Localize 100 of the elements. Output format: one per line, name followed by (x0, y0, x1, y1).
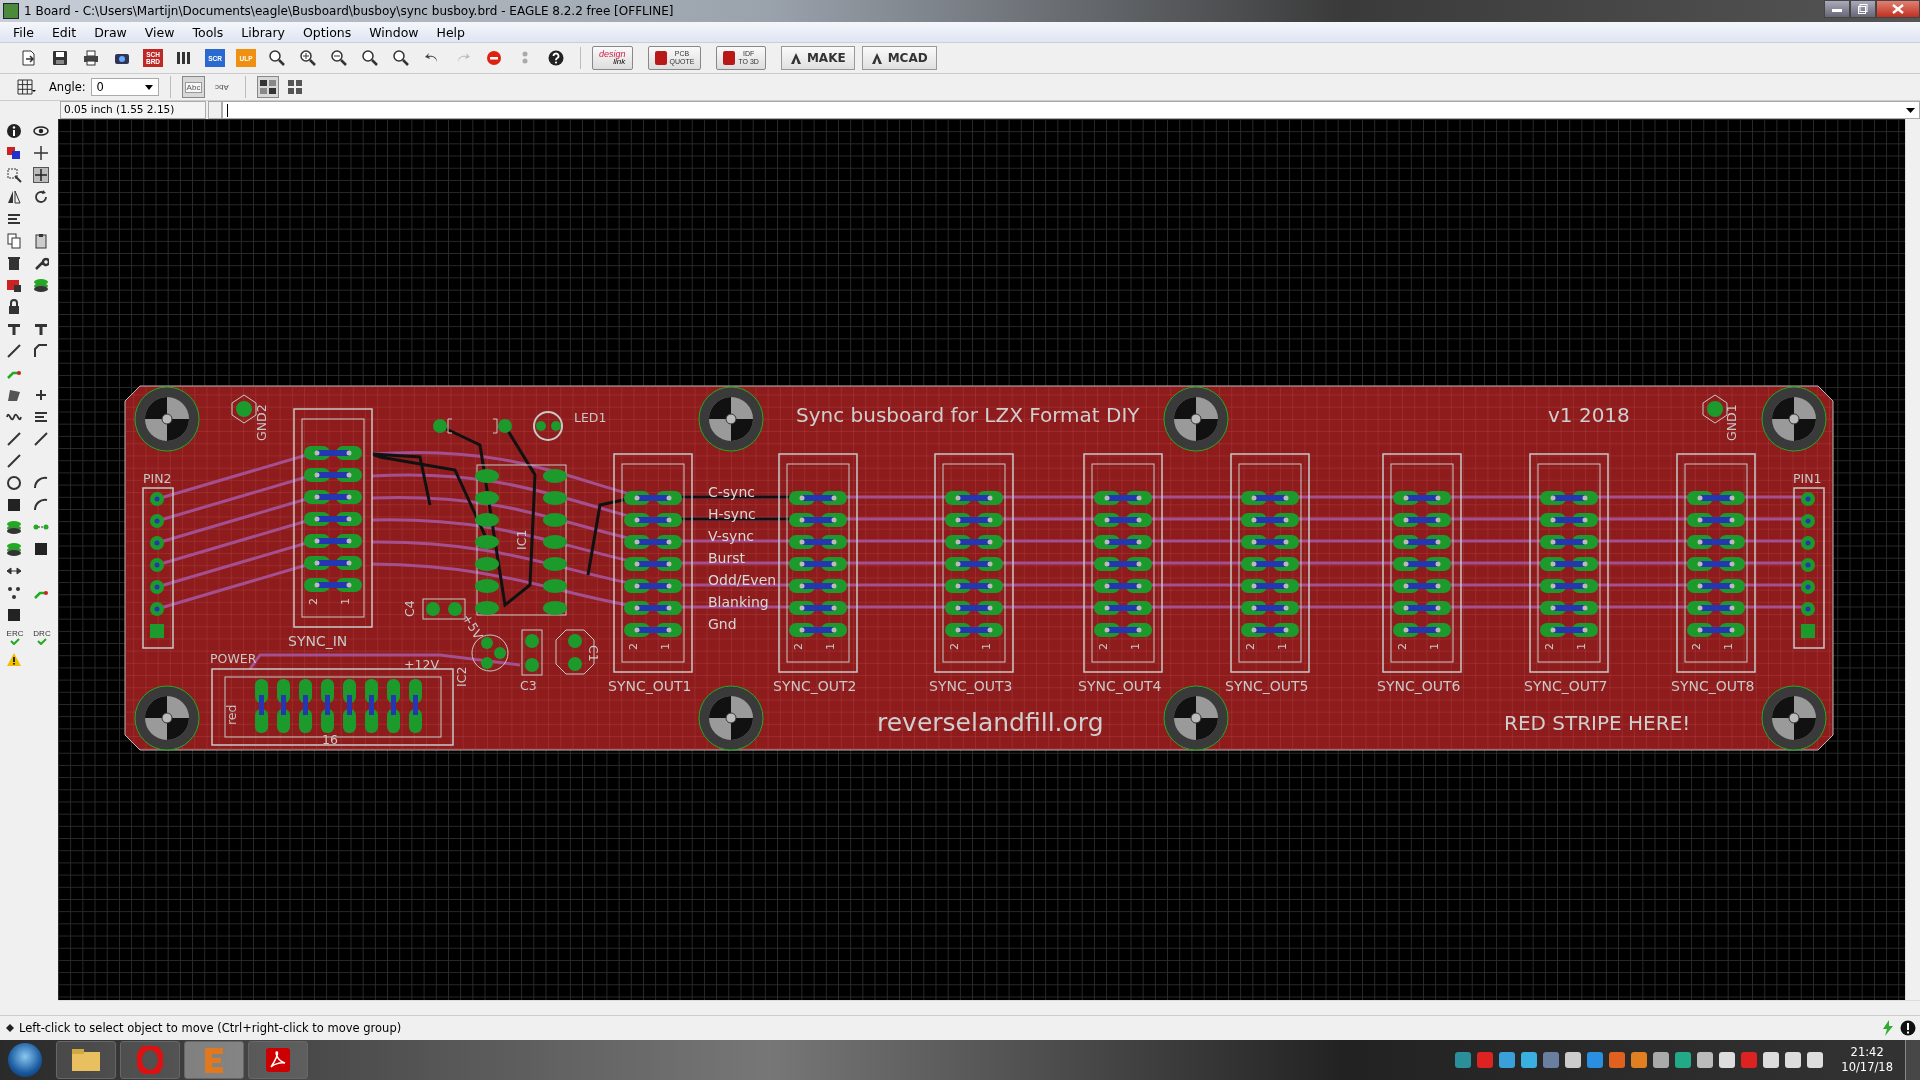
toolbar-button[interactable]: design link (592, 46, 633, 70)
menu-item[interactable]: Edit (42, 24, 86, 40)
pdf-icon[interactable] (248, 1041, 308, 1079)
dropdown-arrow-icon (144, 84, 153, 90)
component-label: SYNC_OUT2 (773, 678, 857, 694)
component-label: red (224, 704, 239, 725)
board-title: Sync busboard for LZX Format DIY (796, 403, 1140, 427)
signal-label: Blanking (708, 594, 769, 610)
component-label: SYNC_OUT8 (1671, 678, 1755, 694)
mounting-hole-drawing (698, 685, 764, 751)
window-title: 1 Board - C:\Users\Martijn\Documents\eagle\Busboard\busboy\sync busboy.brd - EAGLE 8.2.2 free [OFFLINE] (24, 4, 674, 18)
component-label: POWER (210, 651, 257, 666)
checkmark-icon (37, 638, 47, 645)
menu-item[interactable]: Library (232, 24, 294, 40)
component-label: C4 (402, 600, 417, 617)
menu-item[interactable]: View (135, 24, 184, 40)
menu-item[interactable]: Help (427, 24, 474, 40)
coordinate-display: 0.05 inch (1.55 2.15) (60, 101, 206, 119)
component-label: GND2 (254, 404, 269, 441)
tray-icon[interactable] (1587, 1052, 1604, 1068)
start-button[interactable] (8, 1043, 42, 1077)
pin-number: 2 (1244, 643, 1257, 650)
mounting-hole-drawing (1761, 386, 1827, 452)
component-label: 16 (322, 732, 338, 747)
signal-label: Burst (708, 550, 746, 566)
tray-icon[interactable] (1675, 1052, 1692, 1068)
component-label: SYNC_OUT5 (1225, 678, 1309, 694)
signal-label: C-sync (708, 484, 755, 500)
pin-number: 1 (1575, 643, 1588, 650)
close-button[interactable] (1876, 0, 1920, 18)
menu-item[interactable]: Tools (183, 24, 233, 40)
maximize-button[interactable] (1850, 0, 1876, 18)
layout-icon[interactable] (257, 76, 280, 98)
text-orientation-toggle[interactable]: Abc (210, 76, 235, 98)
component-label: SYNC_OUT7 (1524, 678, 1608, 694)
website-label: reverselandfill.org (877, 708, 1104, 737)
status-box (208, 101, 222, 119)
component-label: +12V (404, 657, 439, 672)
component-label: LED1 (574, 410, 607, 425)
capacitor-drawing (521, 629, 543, 676)
component-label: PIN1 (1793, 471, 1822, 486)
tray-icon[interactable] (1631, 1052, 1648, 1068)
check-button[interactable]: DRC (29, 627, 55, 648)
menu-item[interactable]: Window (360, 24, 428, 40)
signal-label: Odd/Even (708, 572, 777, 588)
component-label: PIN2 (143, 471, 172, 486)
diamond-icon (6, 1024, 14, 1032)
component-label: C3 (520, 678, 537, 693)
toolbar-button[interactable]: MCAD (861, 46, 937, 70)
tray-icon[interactable] (1565, 1052, 1582, 1068)
pin-number: 1 (824, 643, 837, 650)
component-label: SYNC_OUT4 (1078, 678, 1162, 694)
capacitor-drawing (422, 598, 466, 620)
component-label: SYNC_IN (288, 633, 348, 649)
lightning-icon[interactable] (1882, 1020, 1894, 1036)
board-note: RED STRIPE HERE! (1504, 711, 1691, 735)
tray-icon[interactable] (1807, 1052, 1824, 1068)
minimize-button[interactable] (1824, 0, 1850, 18)
pin-number: 1 (339, 598, 352, 605)
mounting-hole-drawing (698, 386, 764, 452)
pin-number: 2 (948, 643, 961, 650)
pin-number: 1 (1722, 643, 1735, 650)
app-icon (3, 3, 19, 19)
triangle-logo-icon (789, 52, 802, 64)
check-button[interactable]: ERC (2, 627, 28, 648)
close-icon (1892, 4, 1904, 14)
angle-dropdown[interactable]: 0 (90, 78, 159, 96)
toolbar-button[interactable]: MAKE (780, 46, 855, 70)
test-pad-drawing (1702, 394, 1728, 424)
tray-icon[interactable] (1653, 1052, 1670, 1068)
menu-item[interactable]: Options (294, 24, 361, 40)
test-pad-drawing (231, 394, 257, 424)
component-label: SYNC_OUT1 (608, 678, 692, 694)
pin-number: 2 (792, 643, 805, 650)
tray-icon[interactable] (1763, 1052, 1780, 1068)
tray-icon[interactable] (1697, 1052, 1714, 1068)
pin-number: 1 (1129, 643, 1142, 650)
led-drawing (533, 411, 563, 441)
clock[interactable]: 21:42 10/17/18 (1841, 1045, 1893, 1075)
tray-icon[interactable] (1499, 1052, 1516, 1068)
tray-icon[interactable] (1455, 1052, 1472, 1068)
signal-label: Gnd (708, 616, 737, 632)
tray-icon[interactable] (1521, 1052, 1538, 1068)
text-orientation-toggle[interactable]: Abc (181, 76, 206, 98)
pin-number: 2 (1097, 643, 1110, 650)
pin-number: 2 (1396, 643, 1409, 650)
command-field[interactable] (222, 101, 1920, 119)
board-canvas[interactable] (58, 119, 1905, 1000)
mounting-hole-drawing (134, 386, 200, 452)
pin-number: 2 (1543, 643, 1556, 650)
tray-icon[interactable] (1785, 1052, 1802, 1068)
status-message: Left-click to select object to move (Ctrl+right-click to move group) (19, 1021, 402, 1035)
tray-icon[interactable] (1719, 1052, 1736, 1068)
checkmark-icon (10, 638, 20, 645)
alert-icon[interactable] (1900, 1020, 1916, 1036)
mounting-hole-drawing (1163, 386, 1229, 452)
menu-item[interactable]: File (4, 24, 43, 40)
signal-label: V-sync (708, 528, 754, 544)
folder-icon[interactable] (56, 1041, 116, 1079)
menu-item[interactable]: Draw (85, 24, 136, 40)
